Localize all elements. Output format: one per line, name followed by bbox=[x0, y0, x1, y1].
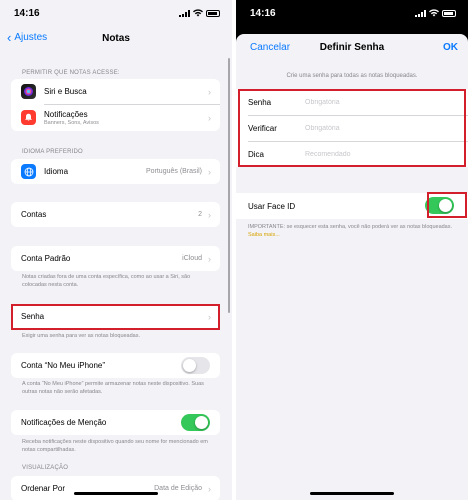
bell-icon bbox=[21, 110, 36, 125]
default-account-footer: Notas criadas fora de uma conta específi… bbox=[22, 274, 191, 288]
notifications-sublabel: Banners, Sons, Avisos bbox=[44, 119, 99, 126]
wifi-icon bbox=[193, 9, 203, 17]
on-iphone-label: Conta “No Meu iPhone” bbox=[21, 361, 106, 370]
default-account-label: Conta Padrão bbox=[21, 254, 71, 263]
home-indicator[interactable] bbox=[310, 492, 394, 495]
wifi-icon bbox=[429, 9, 439, 17]
battery-icon bbox=[206, 9, 220, 17]
accounts-group: Contas 2 › bbox=[11, 202, 220, 227]
sheet-nav-bar: Cancelar Definir Senha OK bbox=[236, 34, 468, 62]
password-footer: Exigir uma senha para ver as notas bloqu… bbox=[22, 333, 141, 339]
sort-by-value: Data de Edição bbox=[154, 485, 202, 492]
page-title: Notas bbox=[102, 33, 130, 44]
chevron-right-icon: › bbox=[208, 209, 211, 220]
sort-by-row[interactable]: Ordenar Por Data de Edição › bbox=[11, 476, 220, 500]
password-hint-text: Crie uma senha para todas as notas bloqu… bbox=[286, 73, 418, 79]
chevron-right-icon: › bbox=[208, 112, 211, 123]
default-account-group: Conta Padrão iCloud › bbox=[11, 246, 220, 271]
mention-footer: Receba notificações neste dispositivo qu… bbox=[22, 439, 208, 453]
notifications-label: Notificações bbox=[44, 109, 88, 119]
mention-group: Notificações de Menção bbox=[11, 410, 220, 435]
chevron-right-icon: › bbox=[208, 253, 211, 264]
mention-label: Notificações de Menção bbox=[21, 418, 107, 427]
password-row-highlight bbox=[11, 304, 220, 330]
access-group: Siri e Busca › Notificações Banners, Son… bbox=[11, 79, 220, 131]
status-icons bbox=[179, 9, 220, 17]
status-bar: 14:16 bbox=[0, 0, 232, 28]
language-label: Idioma bbox=[44, 167, 69, 176]
status-bar: 14:16 bbox=[236, 0, 468, 28]
mention-toggle[interactable] bbox=[181, 414, 210, 431]
view-group: Ordenar Por Data de Edição › bbox=[11, 476, 220, 500]
on-iphone-footer: A conta “No Meu iPhone” permite armazena… bbox=[22, 381, 204, 395]
set-password-screen: 14:16 Cancelar Definir Senha OK Crie uma… bbox=[236, 0, 468, 500]
globe-icon bbox=[21, 164, 36, 179]
language-row[interactable]: Idioma Português (Brasil) › bbox=[11, 159, 220, 184]
status-time: 14:16 bbox=[250, 8, 276, 19]
language-value: Português (Brasil) bbox=[145, 168, 202, 175]
ok-button[interactable]: OK bbox=[443, 42, 458, 53]
mention-row: Notificações de Menção bbox=[11, 410, 220, 435]
password-fields-highlight bbox=[238, 89, 466, 167]
accounts-label: Contas bbox=[21, 210, 47, 219]
siri-search-label: Siri e Busca bbox=[44, 87, 87, 96]
section-header-view: VISUALIZAÇÃO bbox=[22, 465, 69, 471]
cellular-signal-icon bbox=[415, 9, 426, 17]
siri-icon bbox=[21, 84, 36, 99]
accounts-count: 2 bbox=[198, 211, 202, 218]
face-id-label: Usar Face ID bbox=[248, 201, 296, 211]
chevron-right-icon: › bbox=[208, 86, 211, 97]
on-iphone-row: Conta “No Meu iPhone” bbox=[11, 353, 220, 378]
sheet-title: Definir Senha bbox=[319, 42, 385, 53]
siri-search-row[interactable]: Siri e Busca › bbox=[11, 79, 220, 104]
important-note-text: IMPORTANTE: se esquecer esta senha, você… bbox=[248, 224, 453, 230]
important-note: IMPORTANTE: se esquecer esta senha, você… bbox=[248, 224, 460, 239]
default-account-row[interactable]: Conta Padrão iCloud › bbox=[11, 246, 220, 271]
language-group: Idioma Português (Brasil) › bbox=[11, 159, 220, 184]
status-time: 14:16 bbox=[14, 8, 40, 19]
password-sheet: Cancelar Definir Senha OK Crie uma senha… bbox=[236, 34, 468, 500]
on-iphone-group: Conta “No Meu iPhone” bbox=[11, 353, 220, 378]
accounts-row[interactable]: Contas 2 › bbox=[11, 202, 220, 227]
home-indicator[interactable] bbox=[74, 492, 158, 495]
section-header-access: PERMITIR QUE NOTAS ACESSE: bbox=[22, 70, 120, 76]
cellular-signal-icon bbox=[179, 9, 190, 17]
section-header-language: IDIOMA PREFERIDO bbox=[22, 149, 83, 155]
on-iphone-toggle[interactable] bbox=[181, 357, 210, 374]
chevron-right-icon: › bbox=[208, 166, 211, 177]
notifications-row[interactable]: Notificações Banners, Sons, Avisos › bbox=[11, 104, 220, 131]
battery-icon bbox=[442, 9, 456, 17]
learn-more-link[interactable]: Saiba mais... bbox=[248, 232, 280, 238]
default-account-value: iCloud bbox=[182, 255, 202, 262]
notes-settings-screen: 14:16 ‹ Ajustes Notas PERMITIR QUE NOTAS… bbox=[0, 0, 232, 500]
face-id-toggle-highlight bbox=[427, 192, 467, 218]
nav-bar: ‹ Ajustes Notas bbox=[0, 28, 232, 50]
sort-by-label: Ordenar Por bbox=[21, 484, 66, 493]
chevron-right-icon: › bbox=[208, 483, 211, 494]
status-icons bbox=[415, 9, 456, 17]
scrollbar[interactable] bbox=[228, 58, 230, 313]
notifications-text: Notificações Banners, Sons, Avisos bbox=[44, 110, 99, 126]
